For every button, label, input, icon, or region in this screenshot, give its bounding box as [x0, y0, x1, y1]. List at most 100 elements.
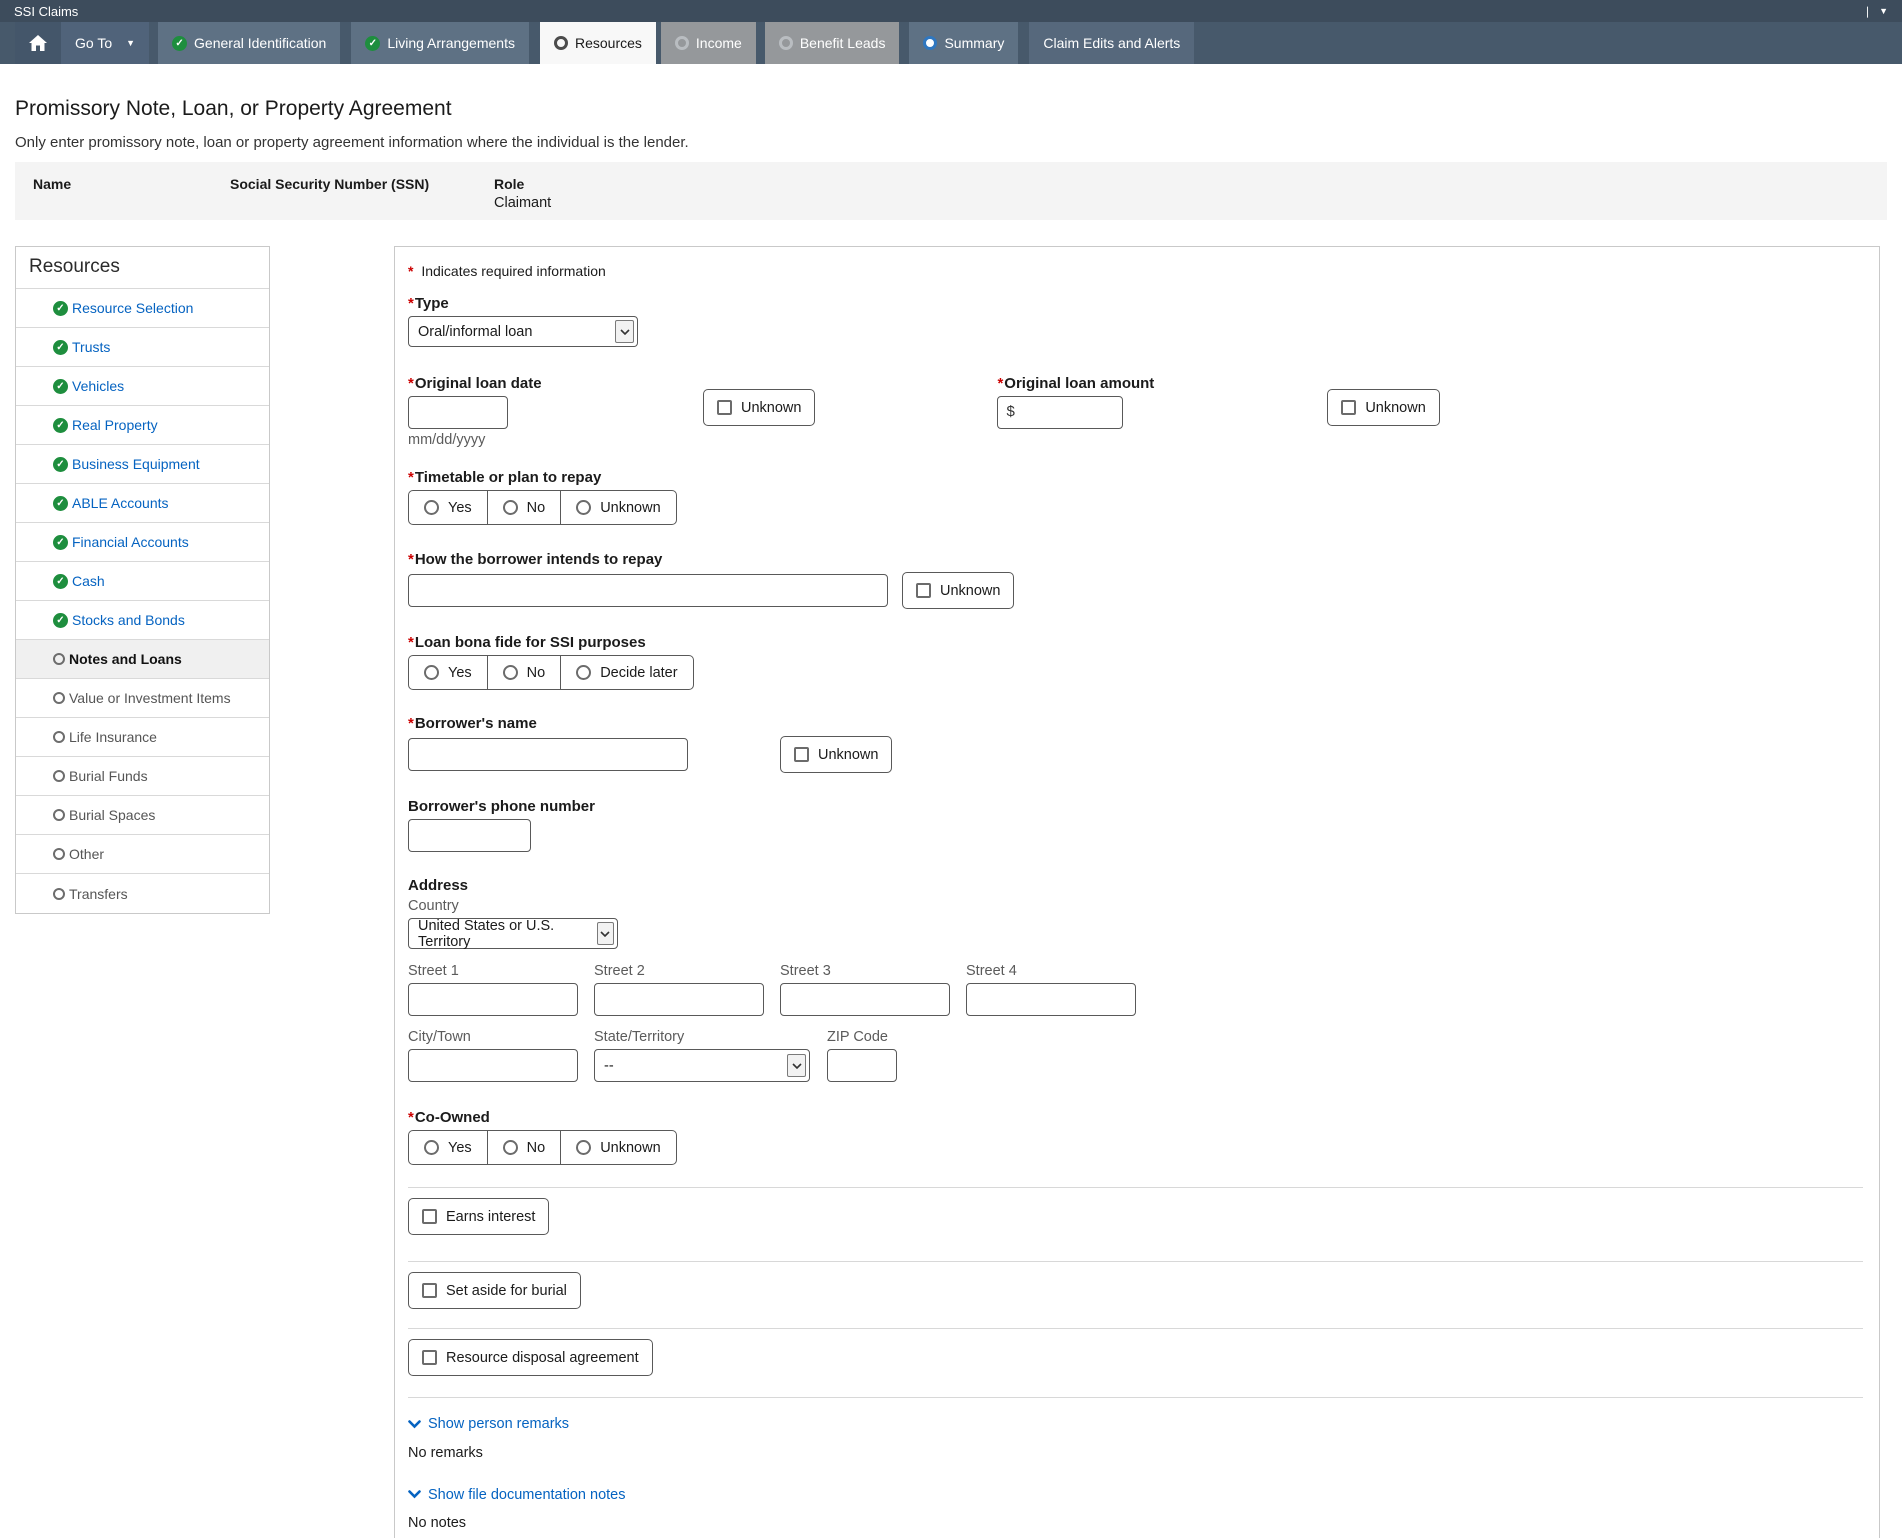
street4-input[interactable]	[966, 983, 1136, 1016]
timetable-radio-group: Yes No Unknown	[408, 490, 677, 525]
original-loan-date-input[interactable]	[408, 396, 508, 429]
state-select[interactable]: --	[594, 1049, 810, 1082]
user-icon: ❘	[1862, 5, 1873, 18]
street2-input[interactable]	[594, 983, 764, 1016]
radio-icon	[576, 500, 592, 515]
status-ring-icon	[53, 770, 65, 782]
radio-icon	[502, 1140, 518, 1155]
country-select-value: United States or U.S. Territory	[418, 917, 555, 950]
tab-claim-edits-and-alerts[interactable]: Claim Edits and Alerts	[1029, 22, 1195, 64]
zip-input[interactable]	[827, 1049, 897, 1082]
tab-benefit-leads[interactable]: Benefit Leads	[764, 22, 900, 64]
bona-fide-no-radio[interactable]: No	[488, 656, 562, 689]
tab-resources[interactable]: Resources	[539, 22, 656, 64]
user-menu[interactable]: ❘ ▼	[1863, 5, 1888, 18]
app-title: SSI Claims	[14, 3, 79, 19]
timetable-unknown-radio[interactable]: Unknown	[561, 491, 675, 524]
sidebar-item-label: Business Equipment	[72, 456, 200, 472]
city-input[interactable]	[408, 1049, 578, 1082]
sidebar-item-label: ABLE Accounts	[72, 495, 169, 511]
type-select[interactable]: Oral/informal loan	[408, 316, 638, 347]
section-divider	[408, 1261, 1863, 1262]
checkbox-icon	[717, 400, 732, 415]
street3-label: Street 3	[780, 963, 831, 979]
earns-interest-checkbox[interactable]: Earns interest	[408, 1198, 550, 1235]
co-owned-unknown-radio[interactable]: Unknown	[561, 1131, 675, 1164]
sidebar-item-label: Notes and Loans	[69, 651, 182, 667]
tab-general-identification[interactable]: ✓ General Identification	[158, 22, 341, 64]
sidebar-item-financial-accounts[interactable]: ✓ Financial Accounts	[16, 523, 269, 562]
check-circle-icon: ✓	[365, 35, 381, 51]
sidebar-item-transfers[interactable]: Transfers	[16, 874, 269, 913]
country-select[interactable]: United States or U.S. Territory	[408, 917, 618, 950]
sidebar-item-label: Cash	[72, 573, 105, 589]
sidebar-item-burial-spaces[interactable]: Burial Spaces	[16, 796, 269, 835]
sidebar-item-trusts[interactable]: ✓ Trusts	[16, 328, 269, 367]
bona-fide-yes-radio[interactable]: Yes	[409, 656, 488, 689]
sidebar-item-business-equipment[interactable]: ✓ Business Equipment	[16, 445, 269, 484]
sidebar-item-life-insurance[interactable]: Life Insurance	[16, 718, 269, 757]
zip-label: ZIP Code	[827, 1029, 888, 1045]
page-subtitle: Only enter promissory note, loan or prop…	[15, 134, 689, 151]
role-value: Claimant	[494, 195, 552, 211]
sidebar-item-value-or-investment-items[interactable]: Value or Investment Items	[16, 679, 269, 718]
sidebar-item-label: Life Insurance	[69, 729, 157, 745]
street2-label: Street 2	[594, 963, 645, 979]
sidebar-item-notes-and-loans[interactable]: Notes and Loans	[16, 640, 269, 679]
loan-date-unknown-checkbox[interactable]: Unknown	[703, 389, 816, 426]
dropdown-arrow-icon	[596, 922, 614, 945]
status-ring-icon	[778, 36, 793, 50]
check-circle-icon: ✓	[53, 534, 68, 550]
sidebar-item-other[interactable]: Other	[16, 835, 269, 874]
tab-label: Living Arrangements	[387, 35, 515, 51]
set-aside-for-burial-checkbox[interactable]: Set aside for burial	[408, 1272, 581, 1309]
status-ring-icon	[923, 36, 938, 50]
dropdown-arrow-icon	[615, 320, 634, 343]
street1-input[interactable]	[408, 983, 578, 1016]
sidebar-item-vehicles[interactable]: ✓ Vehicles	[16, 367, 269, 406]
how-repay-input[interactable]	[408, 574, 888, 607]
street3-input[interactable]	[780, 983, 950, 1016]
tab-summary[interactable]: Summary	[909, 22, 1019, 64]
radio-icon	[502, 500, 518, 515]
chevron-down-icon: ▼	[1879, 5, 1888, 16]
home-button[interactable]	[15, 22, 61, 64]
sidebar-item-real-property[interactable]: ✓ Real Property	[16, 406, 269, 445]
co-owned-label: *Co-Owned	[408, 1109, 490, 1126]
goto-label: Go To	[75, 35, 113, 51]
country-label: Country	[408, 898, 459, 914]
resources-sidebar: Resources ✓ Resource Selection ✓ Trusts …	[15, 246, 270, 914]
borrower-name-input[interactable]	[408, 738, 688, 771]
check-circle-icon: ✓	[53, 456, 68, 472]
timetable-no-radio[interactable]: No	[488, 491, 562, 524]
original-loan-amount-input[interactable]	[997, 396, 1124, 429]
co-owned-no-radio[interactable]: No	[488, 1131, 562, 1164]
check-circle-icon: ✓	[53, 300, 68, 316]
how-repay-unknown-checkbox[interactable]: Unknown	[902, 572, 1015, 609]
borrower-phone-input[interactable]	[408, 819, 531, 852]
tab-living-arrangements[interactable]: ✓ Living Arrangements	[351, 22, 529, 64]
sidebar-item-resource-selection[interactable]: ✓ Resource Selection	[16, 289, 269, 328]
goto-menu-button[interactable]: Go To ▼	[61, 22, 150, 64]
sidebar-item-stocks-and-bonds[interactable]: ✓ Stocks and Bonds	[16, 601, 269, 640]
check-circle-icon: ✓	[53, 573, 68, 589]
show-file-documentation-notes-link[interactable]: Show file documentation notes	[408, 1487, 626, 1503]
status-ring-icon	[53, 731, 65, 743]
loan-amount-unknown-checkbox[interactable]: Unknown	[1327, 389, 1440, 426]
co-owned-yes-radio[interactable]: Yes	[409, 1131, 488, 1164]
borrower-name-unknown-checkbox[interactable]: Unknown	[780, 736, 893, 773]
tab-income[interactable]: Income	[660, 22, 756, 64]
dropdown-arrow-icon	[787, 1054, 806, 1077]
sidebar-item-burial-funds[interactable]: Burial Funds	[16, 757, 269, 796]
resource-disposal-agreement-checkbox[interactable]: Resource disposal agreement	[408, 1339, 653, 1376]
sidebar-item-able-accounts[interactable]: ✓ ABLE Accounts	[16, 484, 269, 523]
sidebar-item-cash[interactable]: ✓ Cash	[16, 562, 269, 601]
chevron-down-icon	[408, 1419, 421, 1428]
sidebar-item-label: Value or Investment Items	[69, 690, 231, 706]
page-title: Promissory Note, Loan, or Property Agree…	[15, 97, 452, 120]
check-circle-icon: ✓	[53, 612, 68, 628]
show-person-remarks-link[interactable]: Show person remarks	[408, 1416, 569, 1432]
tab-label: Claim Edits and Alerts	[1043, 35, 1181, 51]
bona-fide-decide-later-radio[interactable]: Decide later	[561, 656, 692, 689]
timetable-yes-radio[interactable]: Yes	[409, 491, 488, 524]
